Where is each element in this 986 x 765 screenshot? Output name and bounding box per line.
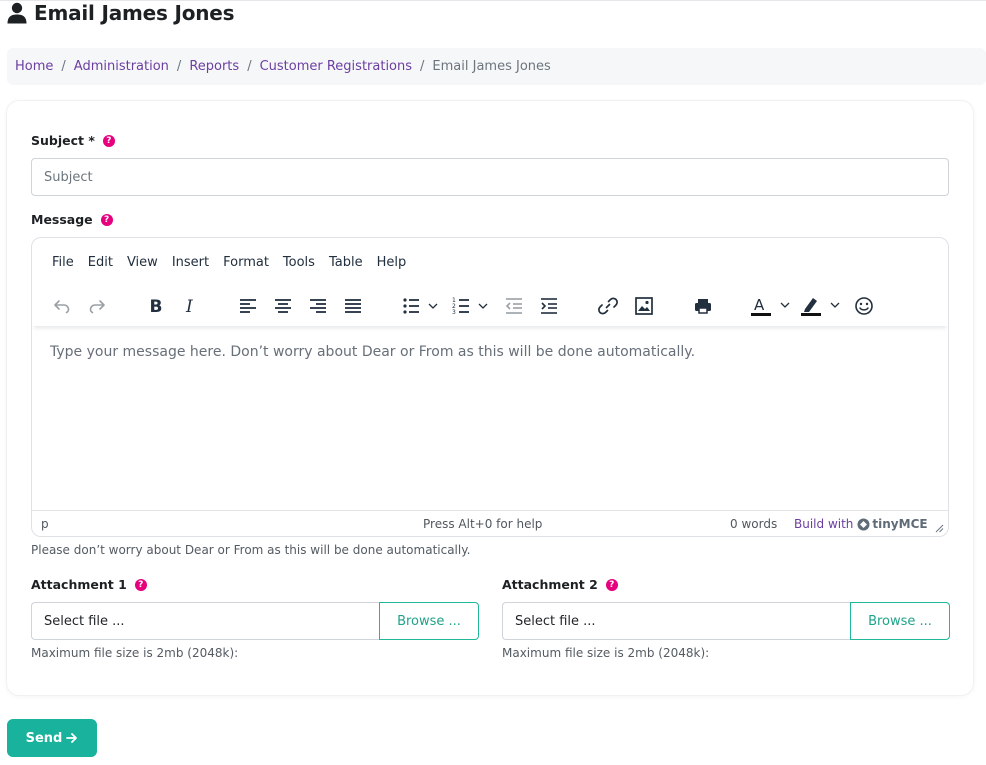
align-left-icon[interactable]: [236, 292, 260, 320]
menu-insert[interactable]: Insert: [172, 255, 209, 270]
tinymce-logo-icon: [857, 518, 870, 530]
tinymce-logo: tinyMCE: [857, 517, 928, 531]
menu-table[interactable]: Table: [329, 255, 363, 270]
breadcrumb: Home / Administration / Reports / Custom…: [7, 48, 986, 85]
breadcrumb-current: Email James Jones: [432, 59, 551, 74]
link-icon[interactable]: [596, 292, 620, 320]
editor-content-area[interactable]: Type your message here. Don’t worry abou…: [32, 326, 948, 510]
undo-icon[interactable]: [50, 292, 74, 320]
message-hint: Please don’t worry about Dear or From as…: [31, 543, 471, 557]
svg-text:A: A: [754, 296, 765, 314]
attachment-2-help-icon[interactable]: ?: [605, 578, 618, 591]
numbered-list-icon[interactable]: 123: [451, 292, 495, 320]
message-label-text: Message: [31, 212, 93, 227]
redo-icon[interactable]: [85, 292, 109, 320]
breadcrumb-separator: /: [420, 59, 425, 74]
tinymce-branding-link[interactable]: Build with tinyMCE: [794, 517, 928, 531]
breadcrumb-separator: /: [176, 59, 182, 74]
attachment-2-hint: Maximum file size is 2mb (2048k):: [502, 646, 710, 660]
tinymce-logo-text: tinyMCE: [872, 517, 928, 531]
bullet-list-icon[interactable]: [401, 292, 445, 320]
attachment-1-file-group: Select file ... Browse ...: [31, 602, 479, 640]
image-icon[interactable]: [632, 292, 656, 320]
message-label: Message ?: [31, 212, 113, 227]
resize-handle-icon[interactable]: [935, 524, 944, 533]
attachment-1-label-text: Attachment 1: [31, 577, 127, 592]
attachment-2-file-group: Select file ... Browse ...: [502, 602, 950, 640]
accessibility-help-text: Press Alt+0 for help: [423, 517, 543, 531]
menu-view[interactable]: View: [127, 255, 158, 270]
breadcrumb-separator: /: [247, 59, 252, 74]
page-title: Email James Jones: [34, 1, 235, 25]
attachment-1-help-icon[interactable]: ?: [134, 578, 147, 591]
text-color-icon[interactable]: A: [749, 292, 793, 320]
menu-help[interactable]: Help: [377, 255, 407, 270]
subject-help-icon[interactable]: ?: [102, 134, 115, 147]
highlight-color-icon[interactable]: [799, 292, 843, 320]
breadcrumb-reports[interactable]: Reports: [189, 59, 239, 74]
attachment-2-label: Attachment 2 ?: [502, 577, 618, 592]
attachment-2-browse-button[interactable]: Browse ...: [850, 602, 950, 640]
breadcrumb-separator: /: [61, 59, 66, 74]
editor-toolbar: B I 123 A: [32, 286, 948, 326]
user-icon: [7, 2, 27, 24]
branding-prefix: Build with: [794, 517, 854, 531]
attachment-2-file-input[interactable]: Select file ...: [502, 602, 850, 640]
bold-icon[interactable]: B: [143, 292, 167, 320]
align-center-icon[interactable]: [271, 292, 295, 320]
print-icon[interactable]: [691, 292, 715, 320]
menu-file[interactable]: File: [52, 255, 74, 270]
menu-edit[interactable]: Edit: [88, 255, 113, 270]
page-header: Email James Jones: [7, 0, 235, 26]
align-justify-icon[interactable]: [341, 292, 365, 320]
message-help-icon[interactable]: ?: [100, 213, 113, 226]
element-path[interactable]: p: [41, 517, 49, 531]
outdent-icon[interactable]: [502, 292, 526, 320]
word-count[interactable]: 0 words: [730, 517, 777, 531]
rich-text-editor: File Edit View Insert Format Tools Table…: [31, 237, 949, 537]
svg-text:I: I: [185, 297, 193, 316]
subject-label: Subject * ?: [31, 133, 115, 148]
attachment-1-file-input[interactable]: Select file ...: [31, 602, 379, 640]
attachment-1-hint: Maximum file size is 2mb (2048k):: [31, 646, 239, 660]
editor-statusbar: p Press Alt+0 for help 0 words Build wit…: [32, 510, 948, 536]
italic-icon[interactable]: I: [178, 292, 202, 320]
editor-placeholder: Type your message here. Don’t worry abou…: [50, 344, 696, 360]
breadcrumb-home[interactable]: Home: [15, 59, 53, 74]
breadcrumb-customer-registrations[interactable]: Customer Registrations: [260, 59, 412, 74]
send-button-label: Send: [25, 730, 63, 746]
subject-input[interactable]: [31, 158, 949, 196]
svg-text:B: B: [150, 297, 163, 316]
indent-icon[interactable]: [537, 292, 561, 320]
subject-label-text: Subject *: [31, 133, 95, 148]
menu-format[interactable]: Format: [223, 255, 269, 270]
attachment-1-browse-button[interactable]: Browse ...: [379, 602, 479, 640]
align-right-icon[interactable]: [306, 292, 330, 320]
send-button[interactable]: Send: [7, 719, 97, 757]
arrow-right-icon: [66, 733, 78, 743]
svg-text:3: 3: [452, 309, 456, 316]
menu-tools[interactable]: Tools: [283, 255, 315, 270]
attachment-1-label: Attachment 1 ?: [31, 577, 147, 592]
email-form-card: Subject * ? Message ? File Edit View Ins…: [7, 101, 973, 695]
breadcrumb-administration[interactable]: Administration: [74, 59, 169, 74]
emoticons-icon[interactable]: [852, 292, 876, 320]
attachment-2-label-text: Attachment 2: [502, 577, 598, 592]
editor-menubar: File Edit View Insert Format Tools Table…: [32, 238, 948, 286]
